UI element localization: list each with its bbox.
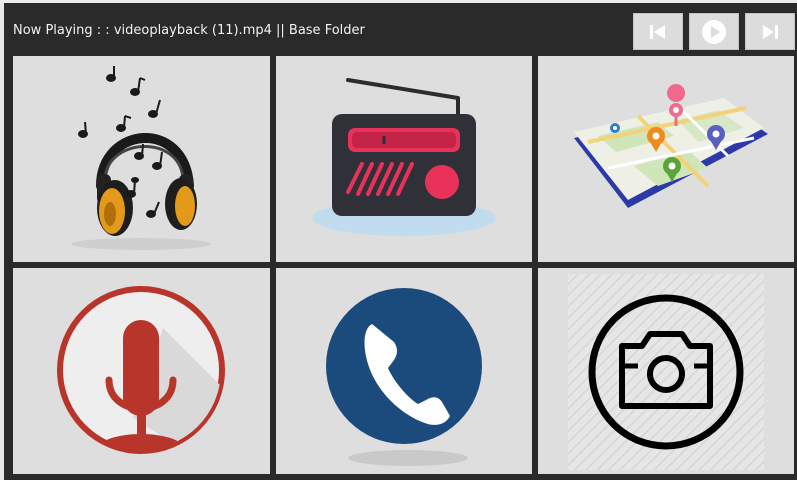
- radio-tile[interactable]: [276, 56, 532, 262]
- next-button[interactable]: [745, 13, 795, 50]
- play-button[interactable]: [689, 13, 739, 50]
- camera-icon: [568, 274, 764, 470]
- camera-tile[interactable]: [538, 268, 794, 474]
- skip-previous-icon: [650, 24, 665, 39]
- music-tile[interactable]: [13, 56, 270, 262]
- maps-tile[interactable]: [538, 56, 794, 262]
- skip-next-icon: [763, 24, 778, 39]
- microphone-icon: [57, 286, 225, 454]
- phone-icon: [326, 288, 482, 466]
- phone-tile[interactable]: [276, 268, 532, 474]
- window-edge-left: [0, 0, 4, 480]
- previous-button[interactable]: [633, 13, 683, 50]
- voice-tile[interactable]: [13, 268, 270, 474]
- now-playing-label: Now Playing : : videoplayback (11).mp4 |…: [13, 23, 365, 38]
- headphones-music-icon: [71, 66, 211, 250]
- map-icon: [574, 84, 768, 208]
- radio-icon: [312, 78, 496, 236]
- top-bar: Now Playing : : videoplayback (11).mp4 |…: [4, 3, 797, 55]
- play-icon: [702, 19, 726, 44]
